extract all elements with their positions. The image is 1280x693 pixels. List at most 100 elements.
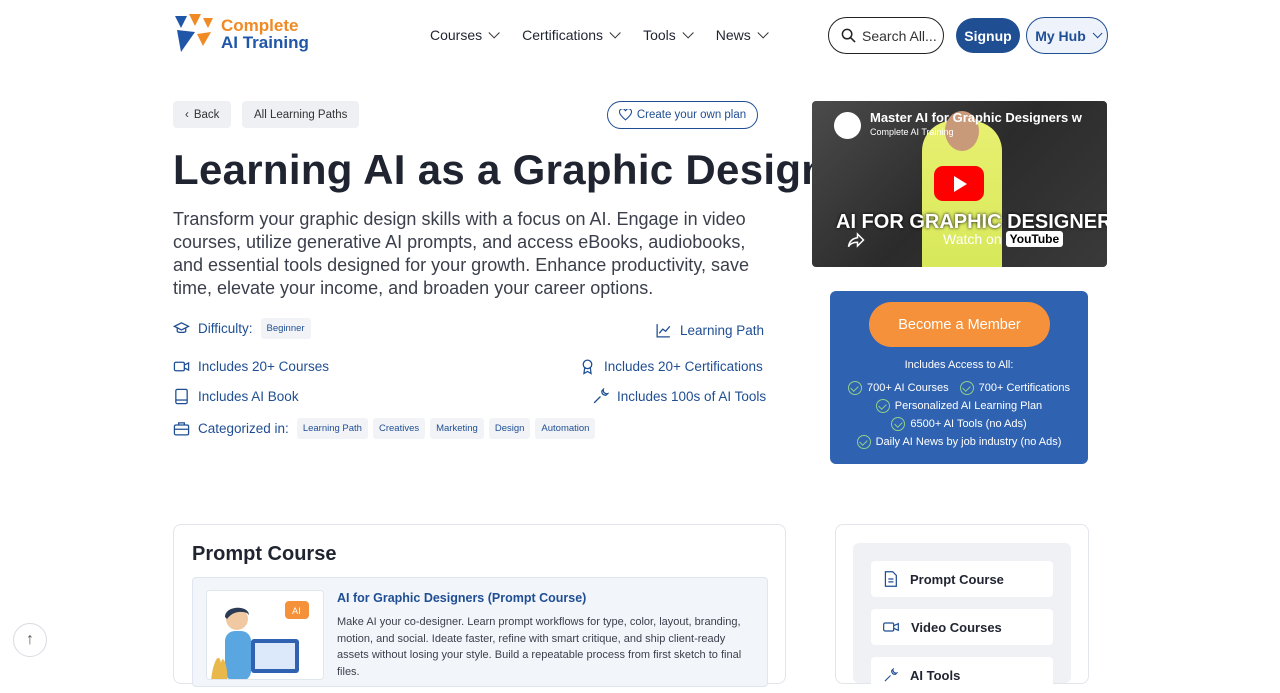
chevron-down-icon [488,27,500,39]
member-benefit: 6500+ AI Tools (no Ads) [910,418,1027,430]
play-icon[interactable] [934,166,984,201]
check-circle-icon [959,381,974,395]
book-icon [175,388,188,405]
member-benefit-row: 700+ AI Courses 700+ Certifications [830,381,1088,395]
member-benefit-row: 6500+ AI Tools (no Ads) [830,417,1088,431]
video-icon [173,361,190,372]
nav-courses-label: Courses [430,27,483,43]
check-circle-icon [847,381,862,395]
side-nav-ai-tools[interactable]: AI Tools [871,657,1053,693]
check-circle-icon [875,399,890,413]
membership-panel: Become a Member Includes Access to All: … [830,291,1088,464]
page-title: Learning AI as a Graphic Designer [173,146,868,193]
category-tag[interactable]: Creatives [372,418,426,439]
chevron-down-icon [1092,28,1103,39]
course-thumbnail[interactable]: AI [206,590,324,680]
document-icon [884,571,897,587]
courses-label: Includes 20+ Courses [198,359,329,374]
search-icon [841,28,856,43]
my-hub-label: My Hub [1035,27,1086,44]
member-benefit: Daily AI News by job industry (no Ads) [875,436,1062,448]
category-tag[interactable]: Automation [535,418,596,439]
member-benefit: 700+ Certifications [978,382,1071,394]
side-nav-prompt-course[interactable]: Prompt Course [871,561,1053,597]
categorized-label: Categorized in: [198,421,289,436]
member-benefit: Personalized AI Learning Plan [894,400,1043,412]
back-label: Back [193,108,220,121]
nav-news[interactable]: News [715,27,769,43]
categories-row: Categorized in: Learning Path Creatives Ma… [173,418,600,439]
category-tag[interactable]: Marketing [430,418,484,439]
book-label: Includes AI Book [198,389,299,404]
signup-button[interactable]: Signup [956,18,1020,53]
side-nav-label: Video Courses [911,619,1002,635]
tools-label: Includes 100s of AI Tools [617,389,767,404]
chevron-down-icon [682,27,694,39]
chevron-down-icon [609,27,621,39]
wrench-icon [593,388,609,404]
video-icon [883,622,899,632]
certifications-row: Includes 20+ Certifications [579,358,763,375]
member-benefit-row: Daily AI News by job industry (no Ads) [830,435,1088,449]
become-member-button[interactable]: Become a Member [869,302,1050,347]
briefcase-icon [173,422,190,436]
youtube-video-embed[interactable]: Master AI for Graphic Designers w Comple… [812,101,1107,267]
course-description: Make AI your co-designer. Learn prompt w… [337,616,742,678]
category-tag[interactable]: Design [488,418,531,439]
prompt-course-card: Prompt Course AI AI for Graphic Designer… [173,524,786,687]
nav-courses[interactable]: Courses [430,27,500,43]
video-title[interactable]: Master AI for Graphic Designers w [870,110,1082,125]
certifications-label: Includes 20+ Certifications [604,359,763,374]
category-tag[interactable]: Learning Path [296,418,368,439]
channel-avatar[interactable] [834,112,861,139]
watch-on-youtube-button[interactable]: Watch on YouTube [943,231,1064,247]
scroll-to-top-button[interactable]: ↑ [13,623,47,657]
section-side-nav: Prompt Course Video Courses AI Tools [835,524,1089,693]
create-plan-button[interactable]: Create your own plan [607,101,758,129]
check-circle-icon [891,417,906,431]
search-placeholder: Search All... [862,27,937,44]
section-heading: Prompt Course [192,543,337,565]
nav-news-label: News [715,27,751,43]
award-icon [582,359,593,375]
logo-wordmark: Complete AI Training [221,17,309,51]
tools-row: Includes 100s of AI Tools [592,388,766,405]
courses-row: Includes 20+ Courses [173,358,329,375]
course-title[interactable]: AI for Graphic Designers (Prompt Course) [337,591,586,605]
logo-line1: Complete [221,16,299,35]
all-learning-paths-button[interactable]: All Learning Paths [242,101,360,128]
difficulty-row: Difficulty: Beginner [173,318,316,339]
course-item[interactable]: AI AI for Graphic Designers (Prompt Cour… [192,577,768,687]
side-nav-video-courses[interactable]: Video Courses [871,609,1053,645]
create-plan-label: Create your own plan [636,109,747,121]
logo-mark-icon [175,14,213,52]
logo-line2: AI Training [221,33,309,52]
nav-certifications[interactable]: Certifications [522,27,621,43]
side-nav-list: Prompt Course Video Courses AI Tools [853,543,1071,693]
nav-tools[interactable]: Tools [643,27,694,43]
back-button[interactable]: ‹ Back [173,101,232,128]
youtube-logo: YouTube [1005,231,1064,247]
site-logo[interactable]: Complete AI Training [173,13,313,55]
page-description: Transform your graphic design skills wit… [173,209,749,298]
difficulty-label: Difficulty: [198,321,253,336]
my-hub-button[interactable]: My Hub [1026,17,1108,54]
graduation-cap-icon [173,322,190,334]
member-benefit: 700+ AI Courses [866,382,949,394]
learning-path-label: Learning Path [680,323,765,338]
category-tags: Learning Path Creatives Marketing Design Aut… [296,418,601,439]
share-icon[interactable] [847,232,865,248]
main-nav: Courses Certifications Tools News [430,27,791,43]
chevron-left-icon: ‹ [185,108,189,121]
arrow-up-icon: ↑ [26,631,34,648]
heart-icon [618,109,632,121]
search-button[interactable]: Search All... [828,17,944,54]
watch-on-label: Watch on [943,231,1002,247]
video-channel: Complete AI Training [870,127,954,137]
designer-illustration: AI [207,591,323,679]
access-title: Includes Access to All: [904,359,1014,371]
book-row: Includes AI Book [173,388,299,405]
chart-line-icon [656,324,671,338]
difficulty-badge: Beginner [260,318,311,339]
learning-path-row: Learning Path [655,322,764,339]
